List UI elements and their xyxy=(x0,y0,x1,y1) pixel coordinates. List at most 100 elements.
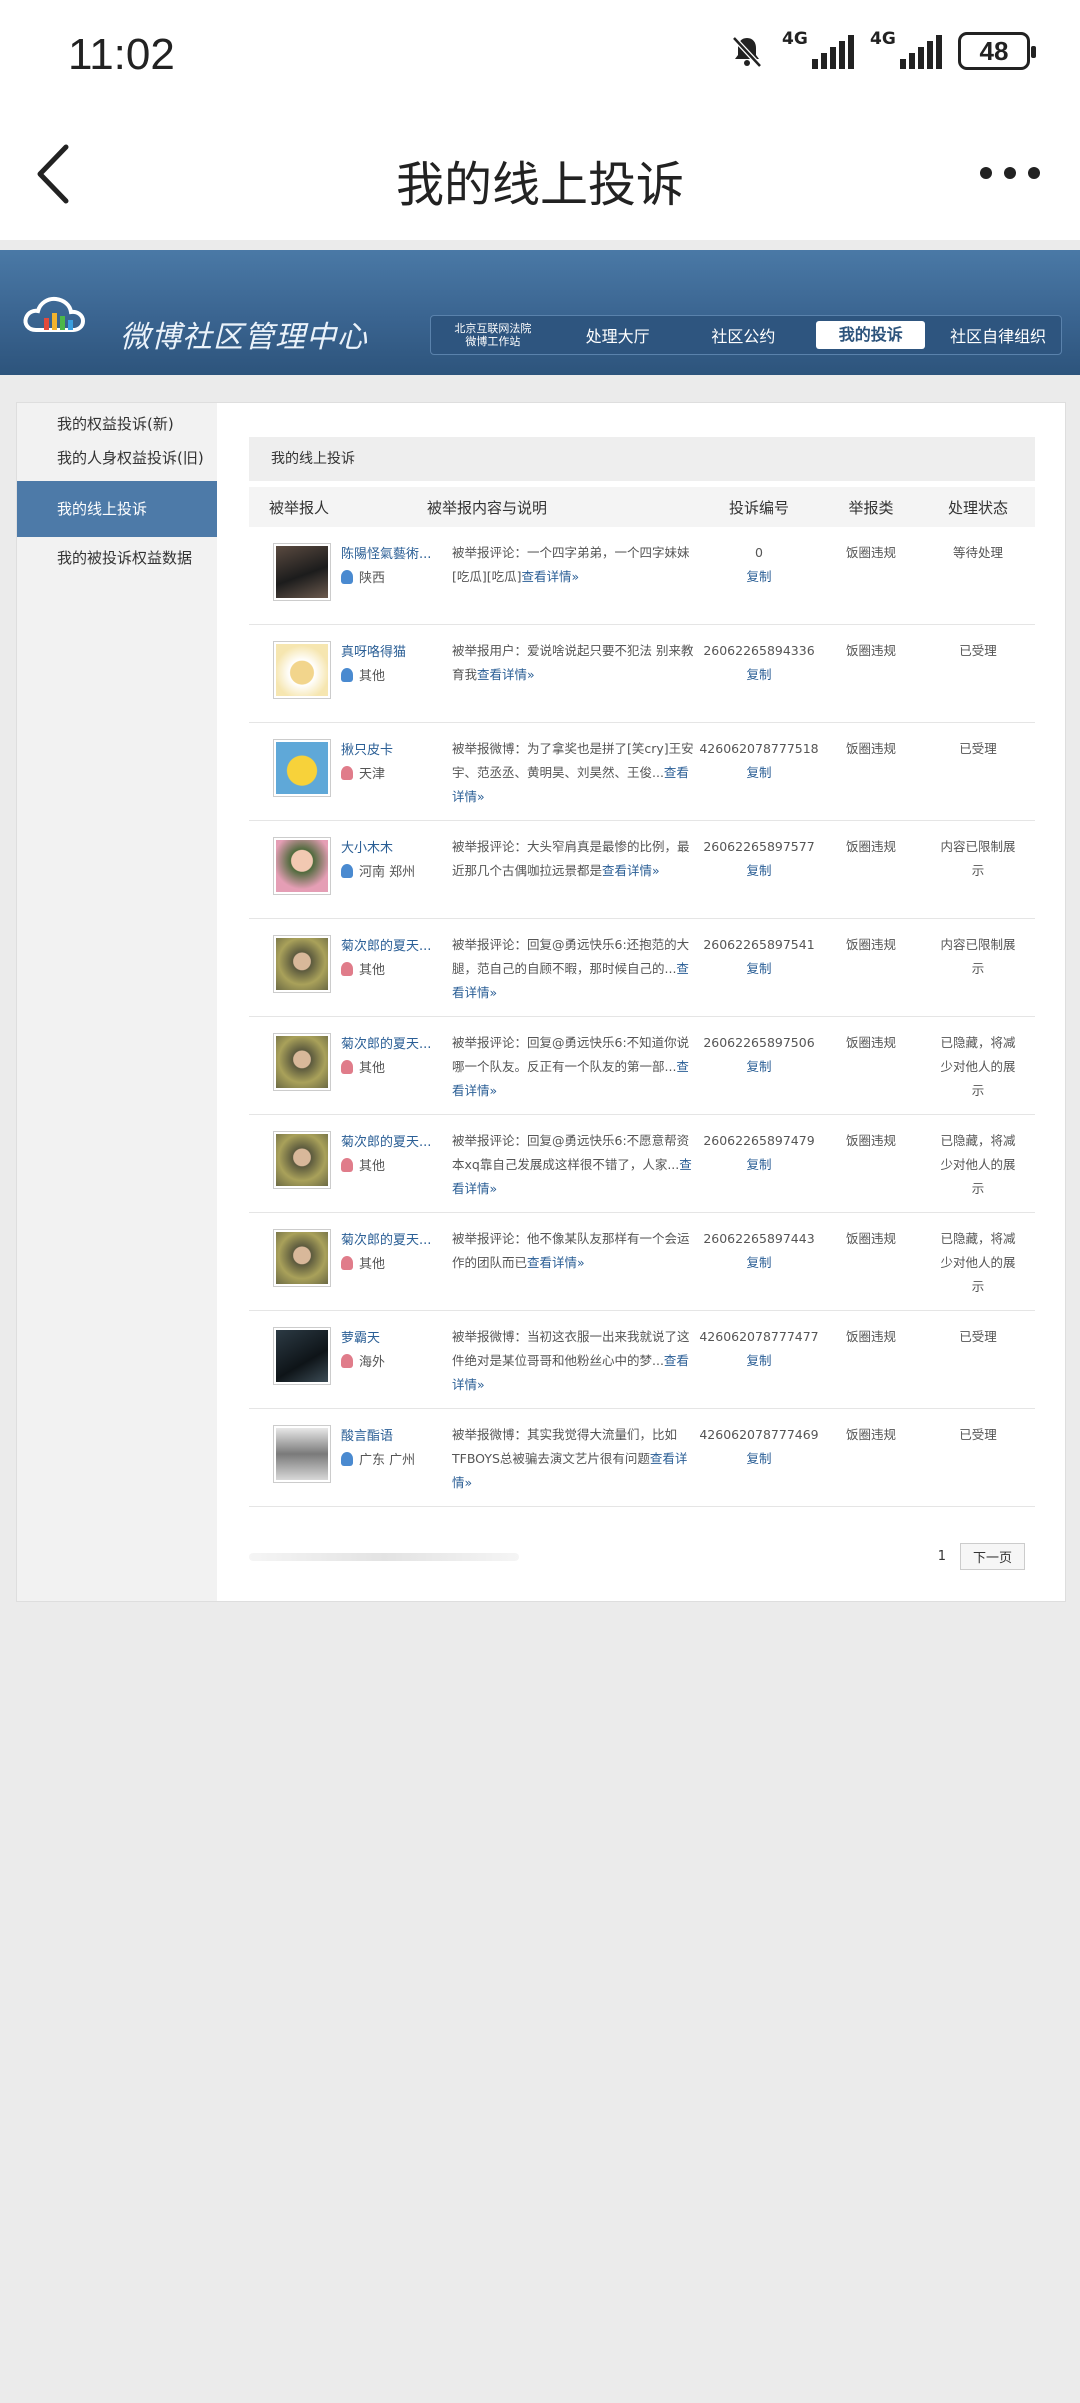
sidebar-item-personal-rights-old[interactable]: 我的人身权益投诉(旧) xyxy=(17,447,217,468)
complaint-id-text: 26062265897541 xyxy=(703,937,815,952)
complaint-id: 26062265897506 复制 xyxy=(697,1031,821,1079)
content-text: 被举报微博：为了拿奖也是拼了[笑cry]王安宇、范丞丞、黄明昊、刘昊然、王俊..… xyxy=(452,741,694,780)
copy-button[interactable]: 复制 xyxy=(697,663,821,687)
user-location: 其他 xyxy=(341,1057,385,1076)
complaint-id: 26062265897479 复制 xyxy=(697,1129,821,1177)
avatar[interactable] xyxy=(273,1033,331,1091)
avatar[interactable] xyxy=(273,1327,331,1385)
user-location-icon xyxy=(341,1452,353,1466)
clock: 11:02 xyxy=(68,30,175,79)
user-location-icon xyxy=(341,1060,353,1074)
copy-button[interactable]: 复制 xyxy=(697,859,821,883)
avatar[interactable] xyxy=(273,1229,331,1287)
location-text: 海外 xyxy=(359,1355,386,1370)
col-status: 处理状态 xyxy=(947,498,1008,517)
view-details-link[interactable]: 查看详情» xyxy=(477,667,535,682)
signal-1-icon: 4G xyxy=(782,29,854,69)
user-location-icon xyxy=(341,766,353,780)
reported-user-name[interactable]: 真呀咯得猫 xyxy=(341,641,441,660)
complaint-content: 被举报评论：大头窄肩真是最惨的比例，最近那几个古偶咖拉远景都是查看详情» xyxy=(452,835,698,883)
reported-user-name[interactable]: 菊次郎的夏天... xyxy=(341,1033,441,1052)
reported-user-name[interactable]: 萝霸天 xyxy=(341,1327,441,1346)
user-location-icon xyxy=(341,1256,353,1270)
copy-button[interactable]: 复制 xyxy=(697,1349,821,1373)
reported-user-name[interactable]: 菊次郎的夏天... xyxy=(341,935,441,954)
col-reported-user: 被举报人 xyxy=(269,498,330,517)
copy-button[interactable]: 复制 xyxy=(697,957,821,981)
content-text: 被举报评论：回复@勇远快乐6:还抱范的大腿，范自己的自顾不暇，那时候自己的... xyxy=(452,937,690,976)
avatar[interactable] xyxy=(273,1425,331,1483)
avatar[interactable] xyxy=(273,739,331,797)
nav-court-station[interactable]: 北京互联网法院 微博工作站 xyxy=(431,322,555,348)
avatar[interactable] xyxy=(273,935,331,993)
nav-my-complaints[interactable]: 我的投诉 xyxy=(816,321,926,349)
content-text: 被举报微博：当初这衣服一出来我就说了这件绝对是某位哥哥和他粉丝心中的梦... xyxy=(452,1329,690,1368)
complaint-id: 26062265897577 复制 xyxy=(697,835,821,883)
content-panel: 我的权益投诉(新) 我的人身权益投诉(旧) 我的线上投诉 我的被投诉权益数据 我… xyxy=(16,402,1066,1602)
view-details-link[interactable]: 查看详情» xyxy=(527,1255,585,1270)
user-location: 河南 郑州 xyxy=(341,861,415,880)
copy-button[interactable]: 复制 xyxy=(697,1447,821,1471)
copy-button[interactable]: 复制 xyxy=(697,565,821,589)
copy-button[interactable]: 复制 xyxy=(697,1153,821,1177)
sidebar-item-rights-new[interactable]: 我的权益投诉(新) xyxy=(17,413,217,434)
complaint-content: 被举报微博：其实我觉得大流量们，比如TFBOYS总被骗去演文艺片很有问题查看详情… xyxy=(452,1423,698,1495)
complaint-id-text: 26062265897506 xyxy=(703,1035,815,1050)
copy-button[interactable]: 复制 xyxy=(697,761,821,785)
more-options-button[interactable] xyxy=(980,167,1040,179)
avatar[interactable] xyxy=(273,1131,331,1189)
avatar[interactable] xyxy=(273,641,331,699)
location-text: 天津 xyxy=(359,767,386,782)
table-row: 菊次郎的夏天... 其他 被举报评论：他不像某队友那样有一个会运作的团队而已查看… xyxy=(249,1213,1035,1311)
copy-button[interactable]: 复制 xyxy=(697,1251,821,1275)
network-type-2: 4G xyxy=(870,29,896,49)
report-type: 饭圈违规 xyxy=(845,937,896,952)
complaint-content: 被举报评论：回复@勇远快乐6:还抱范的大腿，范自己的自顾不暇，那时候自己的...… xyxy=(452,933,698,1005)
nav-self-discipline-org[interactable]: 社区自律组织 xyxy=(935,323,1061,347)
complaint-id-text: 426062078777477 xyxy=(699,1329,819,1344)
complaint-id-text: 426062078777518 xyxy=(699,741,819,756)
complaint-content: 被举报评论：回复@勇远快乐6:不知道你说哪一个队友。反正有一个队友的第一部...… xyxy=(452,1031,698,1103)
location-text: 河南 郑州 xyxy=(359,865,416,880)
user-location-icon xyxy=(341,1158,353,1172)
sidebar-item-online-complaints[interactable]: 我的线上投诉 xyxy=(17,481,217,537)
user-location-icon xyxy=(341,864,353,878)
content-text: 被举报评论：回复@勇远快乐6:不愿意帮资本xq靠自己发展成这样很不错了，人家..… xyxy=(452,1133,690,1172)
status-text: 内容已限制展示 xyxy=(940,937,1016,976)
location-text: 陕西 xyxy=(359,571,386,586)
view-details-link[interactable]: 查看详情» xyxy=(602,863,660,878)
user-location: 其他 xyxy=(341,1253,385,1272)
complaint-content: 被举报微博：当初这衣服一出来我就说了这件绝对是某位哥哥和他粉丝心中的梦...查看… xyxy=(452,1325,698,1397)
reported-user-name[interactable]: 大小木木 xyxy=(341,837,441,856)
user-location-icon xyxy=(341,668,353,682)
complaint-content: 被举报评论：回复@勇远快乐6:不愿意帮资本xq靠自己发展成这样很不错了，人家..… xyxy=(452,1129,698,1201)
report-type: 饭圈违规 xyxy=(845,1133,896,1148)
reported-user-name[interactable]: 陈陽怪氣藝術... xyxy=(341,543,441,562)
table-row: 菊次郎的夏天... 其他 被举报评论：回复@勇远快乐6:不愿意帮资本xq靠自己发… xyxy=(249,1115,1035,1213)
reported-user-name[interactable]: 菊次郎的夏天... xyxy=(341,1229,441,1248)
complaint-list: 陈陽怪氣藝術... 陕西 被举报评论：一个四字弟弟，一个四字妹妹[吃瓜][吃瓜]… xyxy=(249,527,1035,1507)
next-page-button[interactable]: 下一页 xyxy=(959,1543,1025,1570)
nav-hall[interactable]: 处理大厅 xyxy=(555,323,681,347)
view-details-link[interactable]: 查看详情» xyxy=(522,569,580,584)
reported-user-name[interactable]: 菊次郎的夏天... xyxy=(341,1131,441,1150)
sidebar-item-complained-data[interactable]: 我的被投诉权益数据 xyxy=(17,547,217,568)
nav-rules[interactable]: 社区公约 xyxy=(681,323,807,347)
reported-user-name[interactable]: 酸言酯语 xyxy=(341,1425,441,1444)
complaint-id: 426062078777477 复制 xyxy=(697,1325,821,1373)
status-text: 已隐藏，将减少对他人的展示 xyxy=(940,1133,1016,1196)
complaint-id: 26062265894336 复制 xyxy=(697,639,821,687)
report-type: 饭圈违规 xyxy=(845,1427,896,1442)
current-page: 1 xyxy=(937,1549,946,1564)
avatar[interactable] xyxy=(273,543,331,601)
user-location: 海外 xyxy=(341,1351,385,1370)
user-location: 其他 xyxy=(341,665,385,684)
copy-button[interactable]: 复制 xyxy=(697,1055,821,1079)
location-text: 其他 xyxy=(359,1159,386,1174)
section-title: 我的线上投诉 xyxy=(249,437,1035,481)
avatar[interactable] xyxy=(273,837,331,895)
signal-2-icon: 4G xyxy=(870,29,942,69)
complaints-main: 我的线上投诉 被举报人 被举报内容与说明 投诉编号 举报类 处理状态 陈陽怪氣藝… xyxy=(249,437,1035,1507)
complaint-id-text: 26062265897443 xyxy=(703,1231,815,1246)
reported-user-name[interactable]: 揪只皮卡 xyxy=(341,739,441,758)
